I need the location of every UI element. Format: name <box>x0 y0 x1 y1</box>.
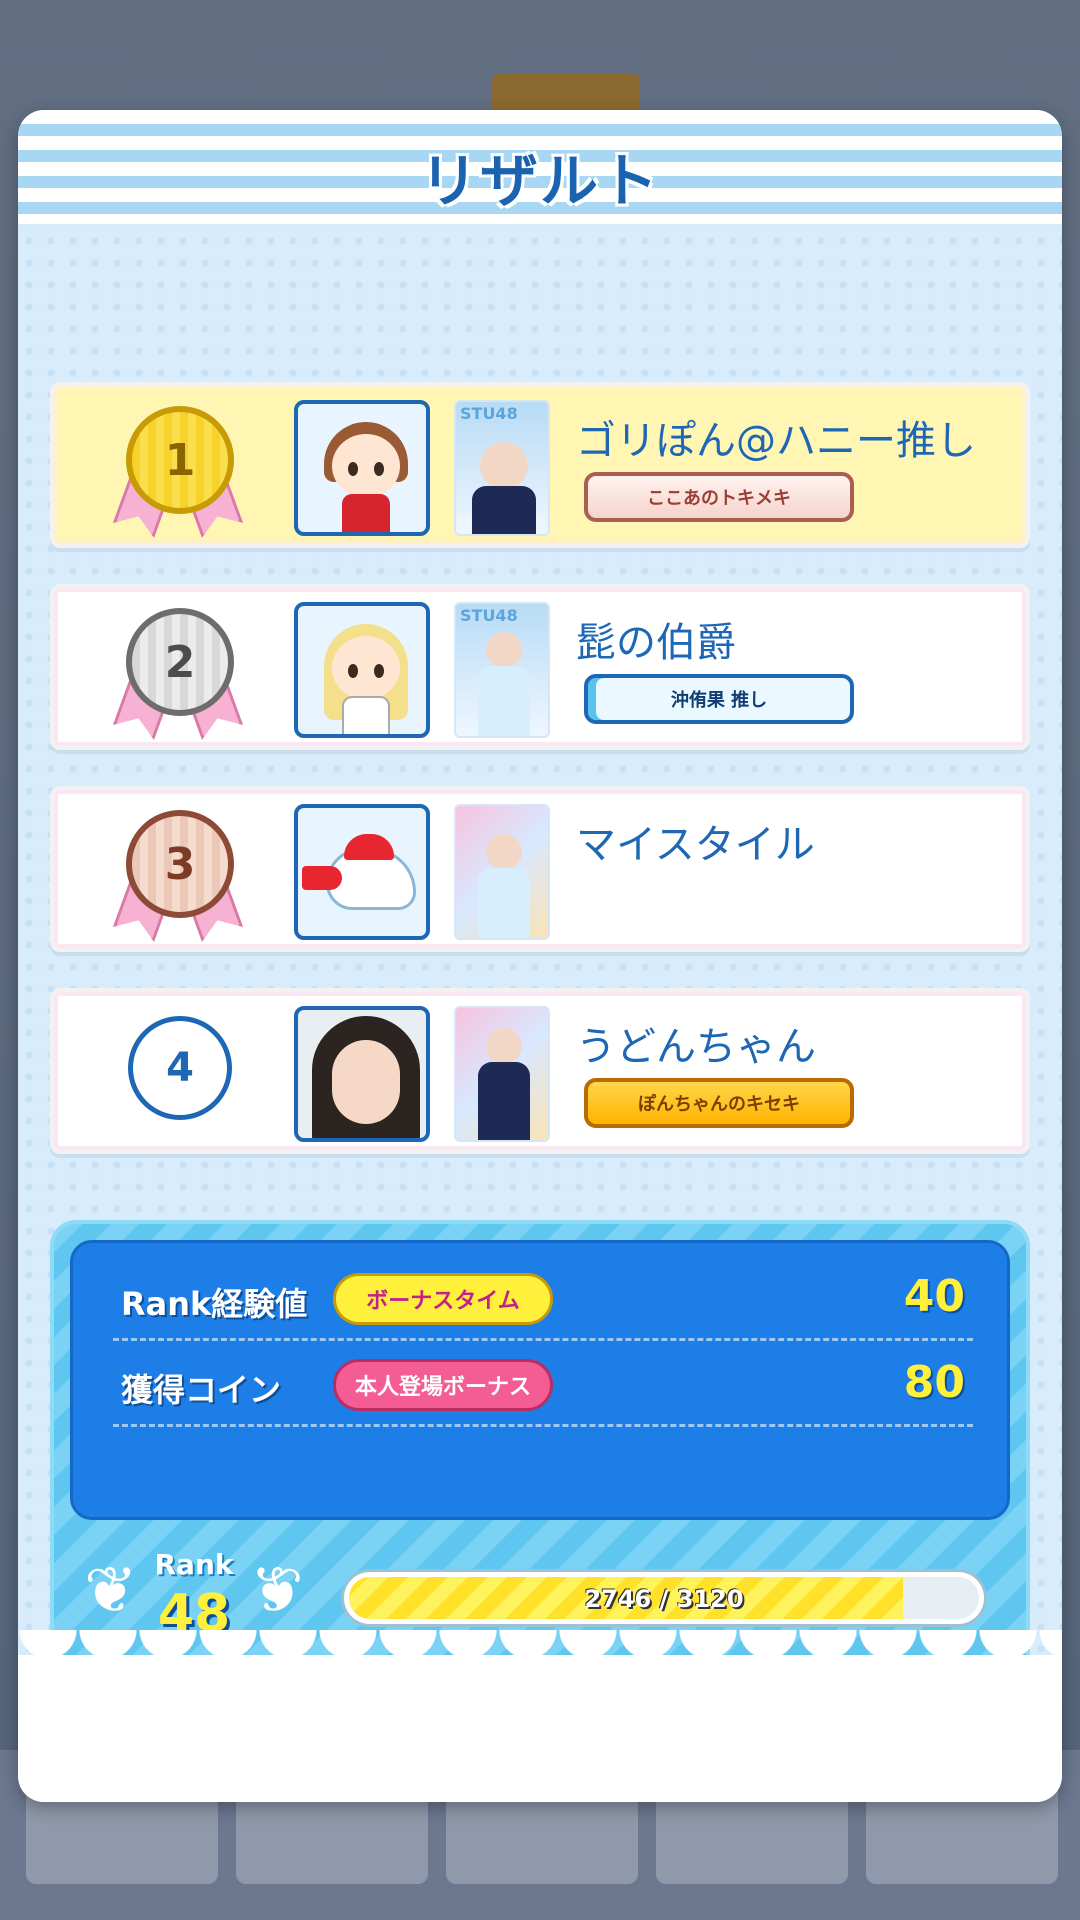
card-portrait-body <box>478 1062 530 1140</box>
title-badge: 沖侑果 推し <box>584 674 854 724</box>
avatar-face <box>332 1040 400 1124</box>
member-card[interactable] <box>454 1006 550 1142</box>
card-portrait <box>480 442 528 490</box>
card-portrait-body <box>472 486 536 534</box>
exp-progress-text: 2746 / 3120 <box>584 1585 744 1613</box>
card-portrait <box>486 632 522 668</box>
avatar-eye <box>374 462 384 476</box>
rank-exp-row: Rank経験値 ボーナスタイム 40 <box>113 1265 973 1341</box>
coin-value: 80 <box>903 1357 965 1408</box>
gold-medal-icon: 1 <box>126 406 234 514</box>
card-label: STU48 <box>460 404 518 423</box>
player-avatar[interactable] <box>294 804 430 940</box>
avatar-body <box>342 494 390 532</box>
result-row-4[interactable]: 4 うどんちゃん ぽんちゃんのキセキ <box>50 988 1030 1154</box>
player-name: 髭の伯爵 <box>576 620 736 666</box>
bronze-medal-icon: 3 <box>126 810 234 918</box>
player-name: マイスタイル <box>576 822 815 868</box>
avatar-eye <box>348 462 358 476</box>
exp-progress-bar: 2746 / 3120 <box>344 1572 984 1624</box>
player-avatar[interactable] <box>294 1006 430 1142</box>
dialog-header: リザルト <box>18 110 1062 230</box>
member-card[interactable] <box>454 804 550 940</box>
title-badge: ぽんちゃんのキセキ <box>584 1078 854 1128</box>
megaphone-icon <box>302 866 342 890</box>
avatar-face <box>332 434 400 498</box>
player-avatar[interactable] <box>294 400 430 536</box>
coin-label: 獲得コイン <box>121 1371 282 1409</box>
avatar-bird-crest <box>344 834 394 860</box>
rank-number-icon: 4 <box>128 1016 232 1120</box>
result-row-1[interactable]: 1 STU48 ゴリぽん@ハニー推し ここあのトキメキ <box>50 382 1030 548</box>
avatar-eye <box>348 664 358 678</box>
member-card[interactable]: STU48 <box>454 400 550 536</box>
rank-exp-label: Rank経験値 <box>121 1285 308 1323</box>
card-label: STU48 <box>460 606 518 625</box>
dialog-footer <box>18 1655 1062 1802</box>
rank-label: Rank <box>154 1548 234 1581</box>
member-card[interactable]: STU48 <box>454 602 550 738</box>
result-dialog: リザルト 1 STU48 ゴリぽん@ハニー推し ここあのトキメキ 2 STU48… <box>18 110 1062 1802</box>
appearance-bonus-badge: 本人登場ボーナス <box>333 1359 553 1411</box>
card-portrait-body <box>478 666 530 736</box>
player-avatar[interactable] <box>294 602 430 738</box>
player-name: うどんちゃん <box>576 1024 816 1070</box>
card-portrait-body <box>478 868 530 938</box>
coin-row: 獲得コイン 本人登場ボーナス 80 <box>113 1351 973 1427</box>
result-row-3[interactable]: 3 マイスタイル <box>50 786 1030 952</box>
reward-summary: Rank経験値 ボーナスタイム 40 獲得コイン 本人登場ボーナス 80 <box>70 1240 1010 1520</box>
dialog-title: リザルト <box>419 147 660 215</box>
avatar-face <box>332 636 400 700</box>
dialog-body: 1 STU48 ゴリぽん@ハニー推し ここあのトキメキ 2 STU48 髭の伯爵… <box>18 230 1062 1760</box>
stats-panel: Rank経験値 ボーナスタイム 40 獲得コイン 本人登場ボーナス 80 ❦ ❦… <box>50 1220 1030 1680</box>
bonus-time-badge: ボーナスタイム <box>333 1273 553 1325</box>
rank-exp-value: 40 <box>903 1271 965 1322</box>
avatar-body <box>342 696 390 734</box>
silver-medal-icon: 2 <box>126 608 234 716</box>
avatar-eye <box>374 664 384 678</box>
card-portrait <box>486 834 522 870</box>
result-row-2[interactable]: 2 STU48 髭の伯爵 沖侑果 推し <box>50 584 1030 750</box>
card-portrait <box>486 1028 522 1064</box>
title-badge: ここあのトキメキ <box>584 472 854 522</box>
player-name: ゴリぽん@ハニー推し <box>576 418 976 464</box>
